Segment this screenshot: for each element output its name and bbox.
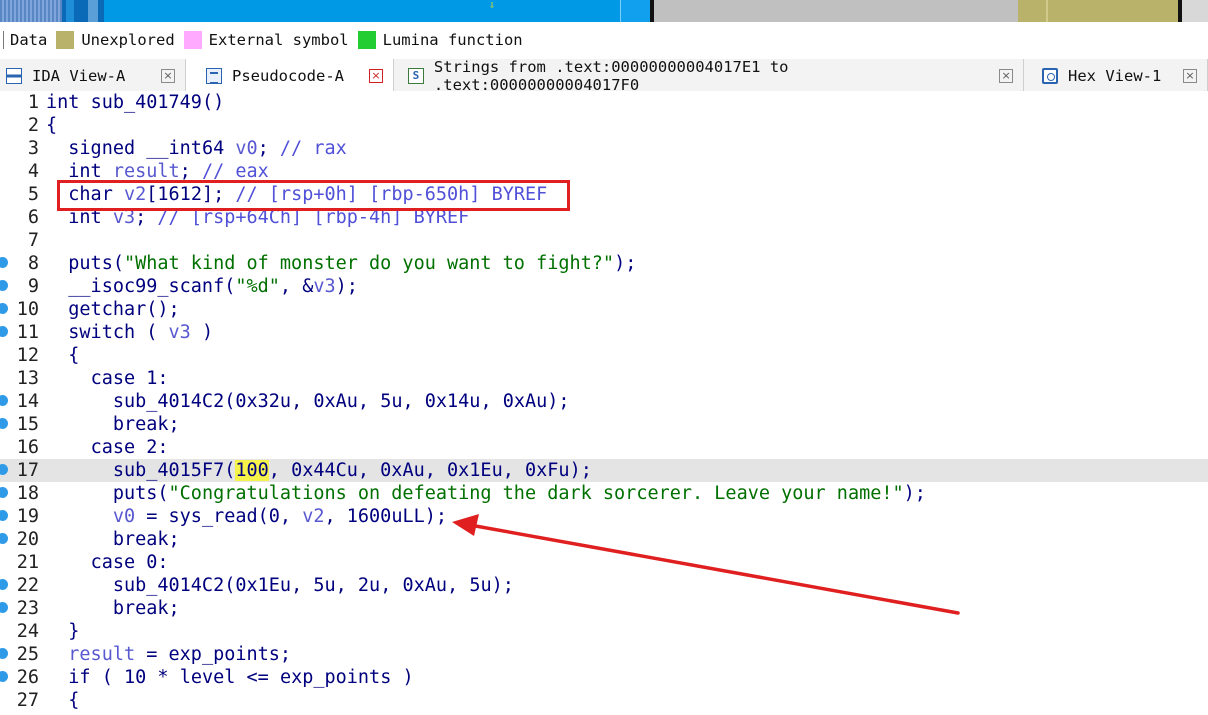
annotation-red-arrow-icon <box>452 514 960 615</box>
